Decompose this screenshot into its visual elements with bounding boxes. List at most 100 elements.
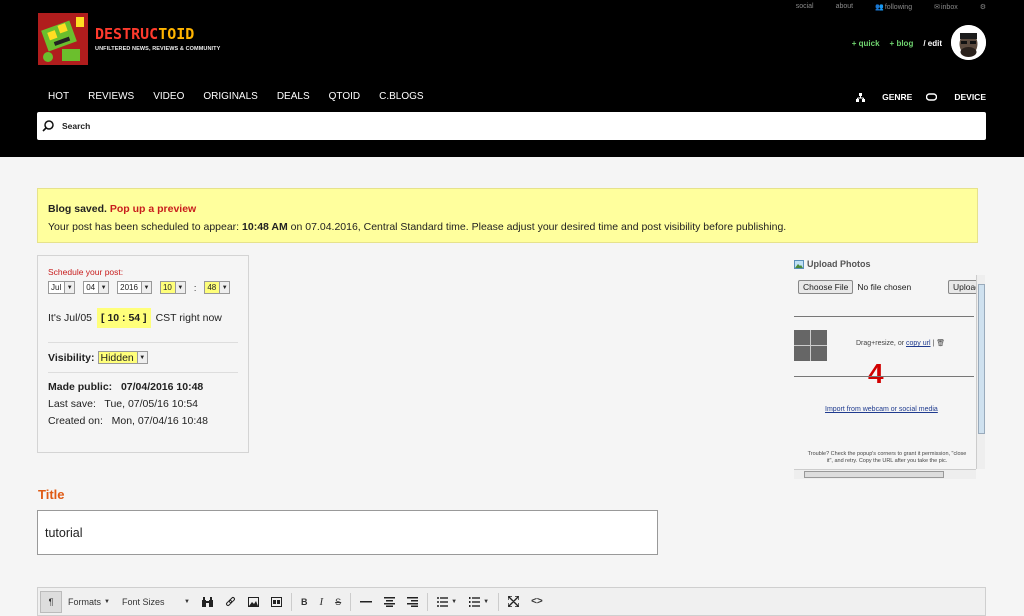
- nav-deals[interactable]: DEALS: [277, 91, 310, 102]
- trouble-help-text: Trouble? Check the popup's corners to gr…: [807, 451, 967, 464]
- site-tagline: UNFILTERED NEWS, REVIEWS & COMMUNITY: [95, 46, 221, 52]
- quick-post-link[interactable]: + quick: [852, 39, 880, 48]
- bold-icon[interactable]: B: [295, 591, 314, 613]
- search-bar[interactable]: Search: [37, 112, 986, 140]
- post-meta: Made public: 07/04/2016 10:48 Last save:…: [48, 379, 238, 430]
- file-row: Choose File No file chosen: [798, 280, 911, 294]
- schedule-message: Your post has been scheduled to appear: …: [48, 221, 787, 233]
- annotation-number: 4: [868, 358, 884, 389]
- quick-links: + quick + blog / edit: [842, 39, 942, 48]
- nav-qtoid[interactable]: QTOID: [329, 91, 360, 102]
- hour-select[interactable]: 10 ▼: [159, 281, 186, 294]
- social-link[interactable]: social: [796, 3, 814, 11]
- formats-dropdown[interactable]: Formats ▼: [62, 591, 116, 613]
- caret-down-icon: ▼: [451, 598, 458, 605]
- upload-photos-title: Upload Photos: [794, 259, 986, 269]
- editor-toolbar: ¶ Formats ▼ Font Sizes ▼ B I S ▼ ▼ <>: [37, 587, 986, 616]
- main-nav: HOT REVIEWS VIDEO ORIGINALS DEALS QTOID …: [48, 91, 443, 102]
- dropdown-arrow-icon: ▼: [174, 282, 185, 293]
- strikethrough-icon[interactable]: S: [329, 591, 347, 613]
- caret-down-icon: ▼: [184, 598, 190, 605]
- site-header: social about 👥following ✉inbox ⚙ DESTRUC…: [0, 0, 1024, 157]
- nav-reviews[interactable]: REVIEWS: [88, 91, 134, 102]
- genre-menu[interactable]: GENRE: [856, 92, 912, 102]
- time-colon: :: [193, 282, 197, 293]
- align-right-icon[interactable]: [401, 591, 424, 613]
- current-time-line: It's Jul/05 [ 10 : 54 ] CST right now: [48, 308, 238, 328]
- logo-robot-icon[interactable]: [38, 13, 88, 65]
- media-icon[interactable]: [265, 591, 288, 613]
- choose-file-button[interactable]: Choose File: [798, 280, 854, 294]
- bullet-list-icon[interactable]: ▼: [431, 591, 463, 613]
- caret-down-icon: ▼: [483, 598, 490, 605]
- schedule-label: Schedule your post:: [48, 267, 124, 277]
- blog-saved-notice: Blog saved. Pop up a preview Your post h…: [37, 188, 978, 243]
- fullscreen-icon[interactable]: [502, 591, 525, 613]
- binoculars-icon[interactable]: [196, 591, 219, 613]
- day-select[interactable]: 04 ▼: [83, 281, 110, 294]
- following-link[interactable]: 👥following: [875, 3, 912, 11]
- device-menu[interactable]: DEVICE: [926, 92, 986, 102]
- visibility-row: Visibility: Hidden ▼: [48, 351, 238, 364]
- month-select[interactable]: Jul ▼: [48, 281, 76, 294]
- new-blog-link[interactable]: + blog: [890, 39, 914, 48]
- link-icon[interactable]: [219, 591, 242, 613]
- about-link[interactable]: about: [836, 3, 854, 11]
- year-select[interactable]: 2016 ▼: [117, 281, 152, 294]
- search-icon: [42, 120, 54, 132]
- toolbar-separator: [498, 592, 500, 611]
- dropdown-arrow-icon: ▼: [140, 282, 151, 293]
- caret-down-icon: ▼: [104, 598, 110, 605]
- import-webcam-link[interactable]: Import from webcam or social media: [825, 406, 938, 413]
- visibility-select[interactable]: Hidden ▼: [97, 351, 148, 364]
- image-icon[interactable]: [242, 591, 265, 613]
- nav-originals[interactable]: ORIGINALS: [203, 91, 257, 102]
- schedule-selects: Jul ▼ 04 ▼ 2016 ▼ 10 ▼ : 48 ▼: [48, 281, 238, 294]
- nav-video[interactable]: VIDEO: [153, 91, 184, 102]
- image-icon: [794, 259, 804, 269]
- dropdown-arrow-icon: ▼: [64, 282, 75, 293]
- nav-filters: GENRE DEVICE: [842, 92, 986, 102]
- divider: [794, 316, 974, 317]
- genre-tree-icon: [856, 92, 866, 102]
- current-clock: [ 10 : 54 ]: [97, 308, 151, 328]
- search-input[interactable]: Search: [62, 121, 90, 131]
- vertical-scrollbar[interactable]: [976, 275, 985, 469]
- copy-url-link[interactable]: copy url: [906, 340, 931, 347]
- font-sizes-dropdown[interactable]: Font Sizes ▼: [116, 591, 196, 613]
- toolbar-separator: [350, 592, 352, 611]
- italic-icon[interactable]: I: [313, 591, 329, 613]
- paragraph-button[interactable]: ¶: [40, 590, 62, 613]
- drag-resize-text: Drag+resize, or copy url | 🗑: [856, 340, 946, 347]
- scroll-thumb[interactable]: [978, 284, 985, 434]
- scroll-thumb[interactable]: [804, 471, 944, 478]
- gamepad-icon: [926, 93, 938, 101]
- upload-photos-panel: Upload Photos Choose File No file chosen…: [794, 255, 986, 481]
- user-avatar[interactable]: [951, 25, 986, 60]
- nav-cblogs[interactable]: C.BLOGS: [379, 91, 423, 102]
- preview-link[interactable]: Pop up a preview: [110, 203, 196, 215]
- trash-icon[interactable]: 🗑: [936, 340, 945, 347]
- horizontal-rule-icon[interactable]: [354, 591, 378, 613]
- align-center-icon[interactable]: [378, 591, 401, 613]
- upload-button[interactable]: Upload: [948, 280, 978, 294]
- horizontal-scrollbar[interactable]: [794, 469, 976, 479]
- divider: [794, 376, 974, 377]
- edit-link[interactable]: / edit: [923, 39, 942, 48]
- upload-frame: Choose File No file chosen Upload Drag+r…: [794, 275, 986, 481]
- dropdown-arrow-icon: ▼: [136, 352, 147, 363]
- uploaded-image-thumbnail[interactable]: [794, 330, 827, 361]
- settings-gear-icon[interactable]: ⚙: [980, 3, 986, 11]
- schedule-panel: Schedule your post: Jul ▼ 04 ▼ 2016 ▼ 10 ▼ :…: [37, 255, 249, 453]
- source-code-icon[interactable]: <>: [525, 591, 549, 613]
- numbered-list-icon[interactable]: ▼: [463, 591, 495, 613]
- divider: [48, 342, 238, 343]
- toolbar-separator: [290, 592, 292, 611]
- minute-select[interactable]: 48 ▼: [204, 281, 231, 294]
- top-links: social about 👥following ✉inbox ⚙: [774, 3, 986, 11]
- site-logo-wordmark[interactable]: DESTRUCTOID: [95, 25, 194, 43]
- nav-hot[interactable]: HOT: [48, 91, 69, 102]
- title-input[interactable]: tutorial: [37, 510, 658, 555]
- created-on-text: Created on: Mon, 07/04/16 10:48: [48, 415, 208, 427]
- inbox-link[interactable]: ✉inbox: [934, 3, 958, 11]
